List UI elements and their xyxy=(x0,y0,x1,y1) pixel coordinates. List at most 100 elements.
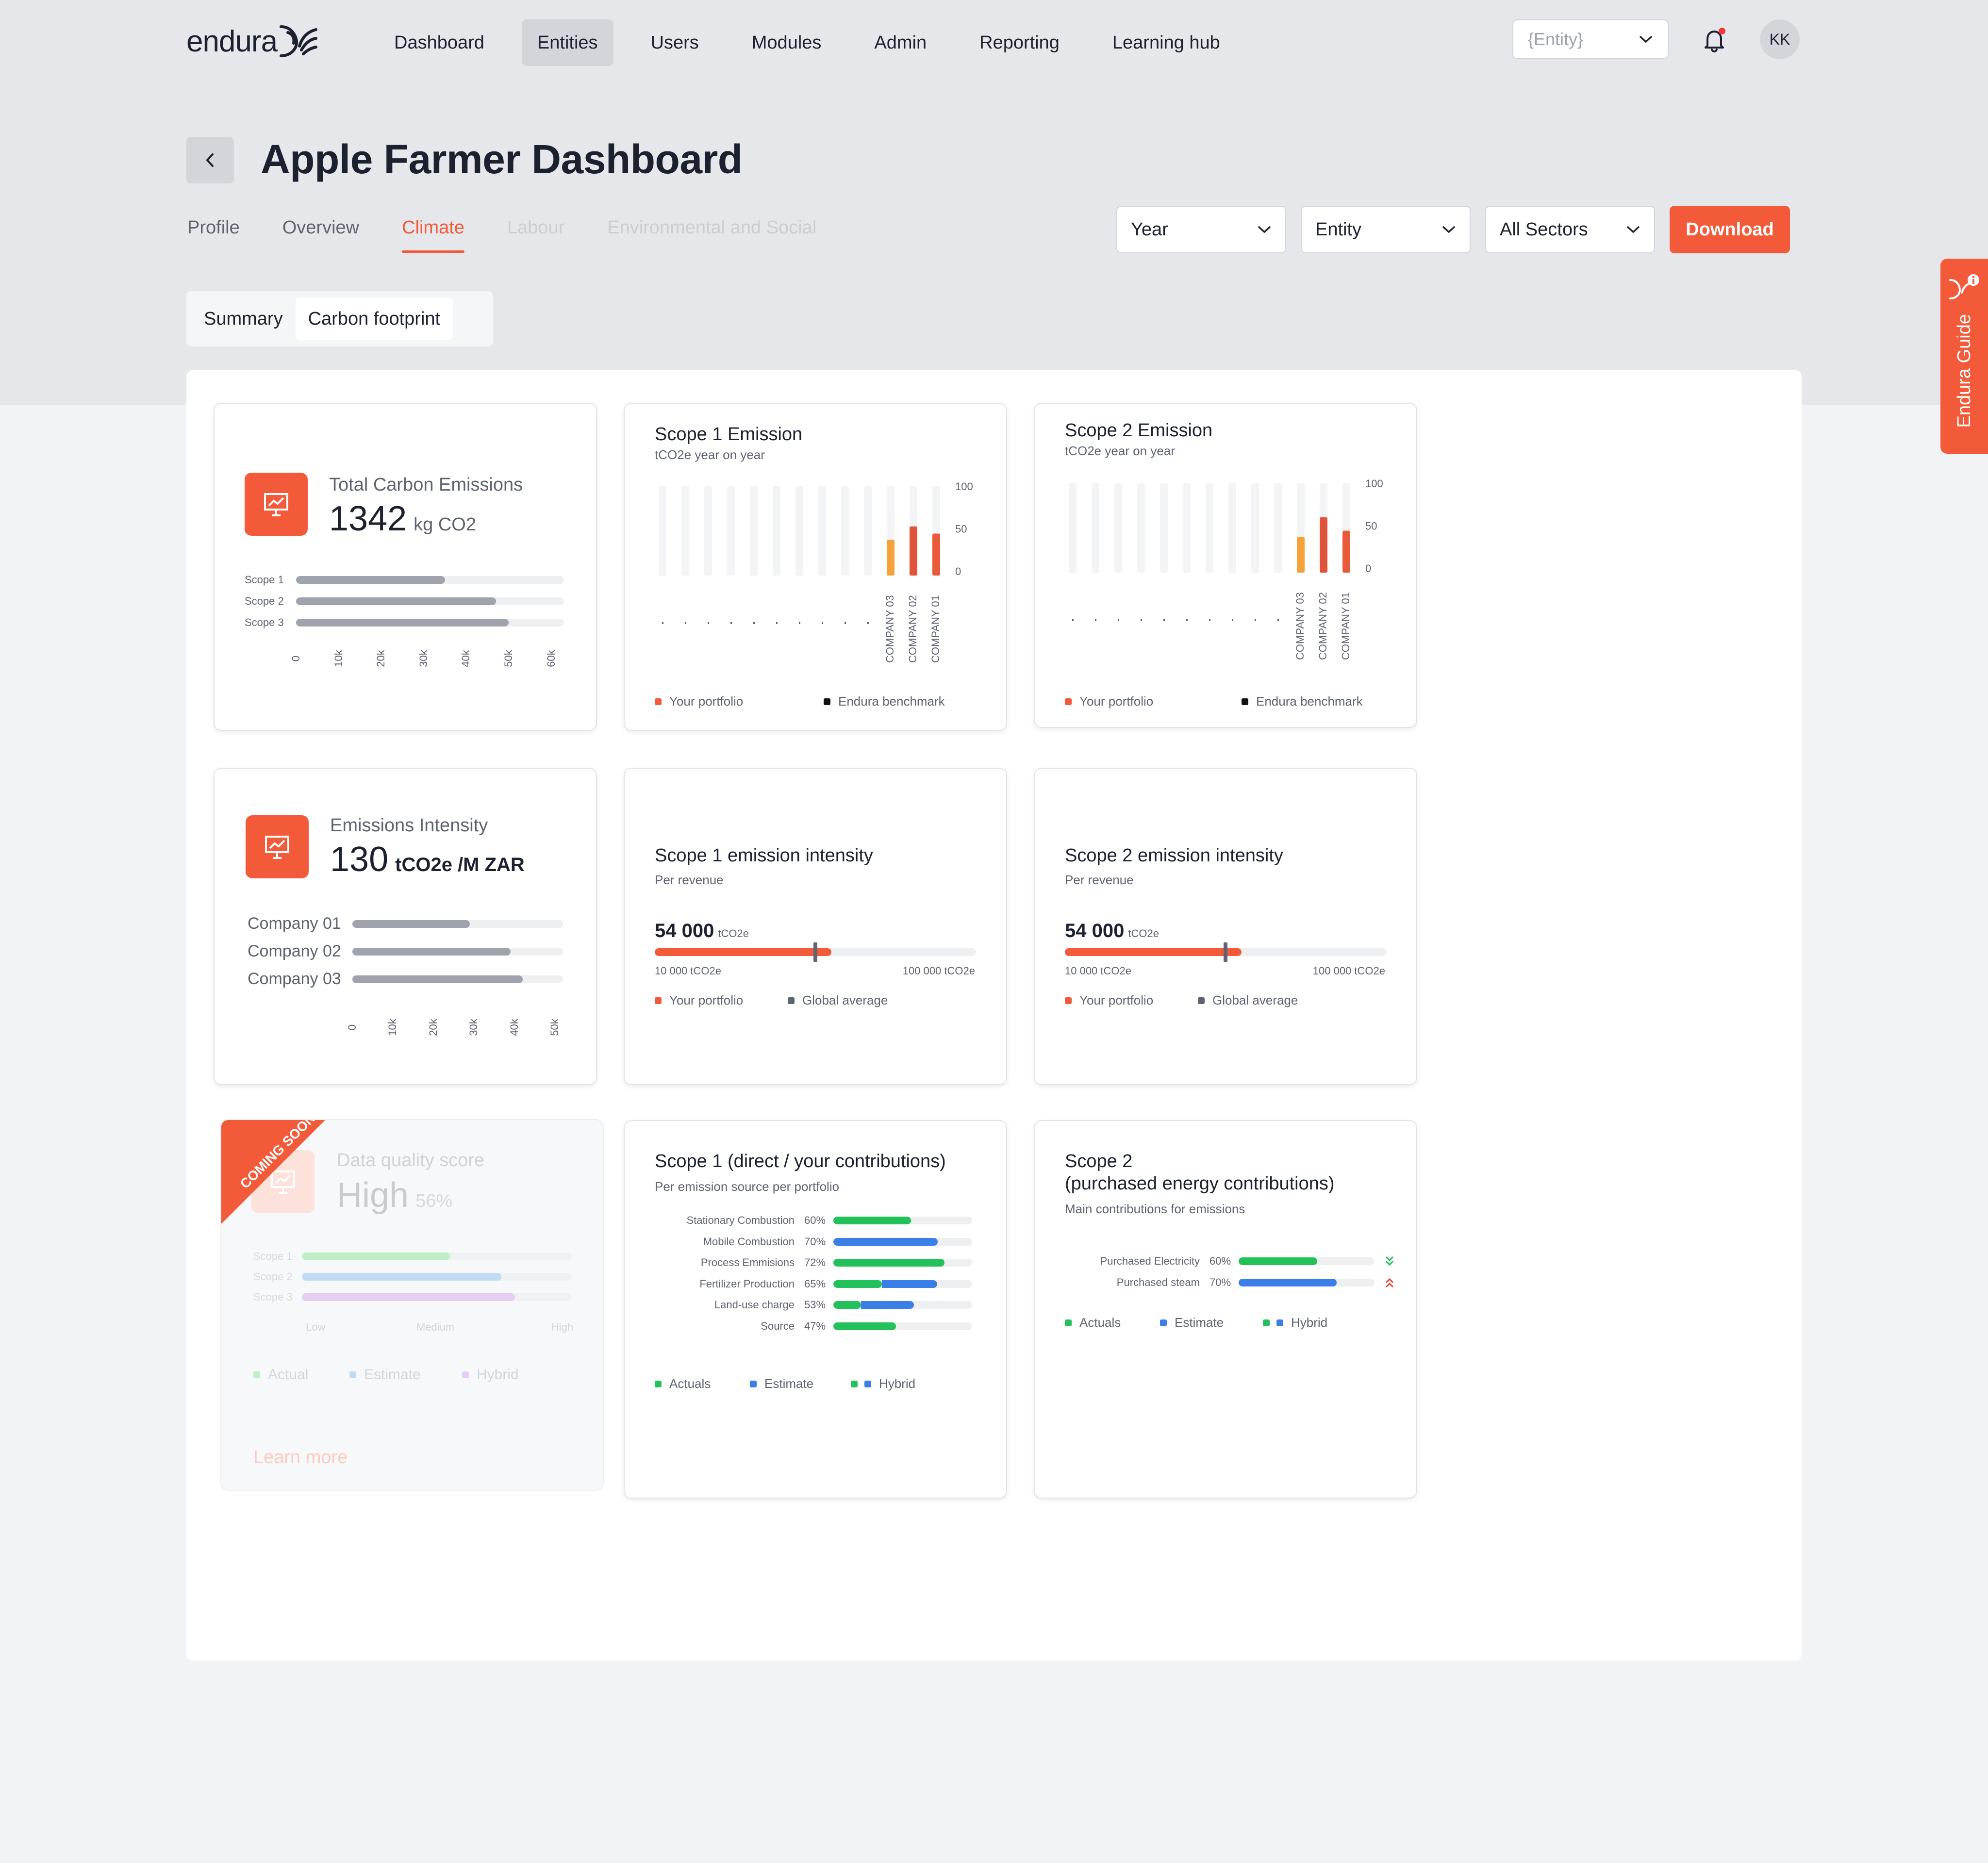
chevron-down-icon xyxy=(1627,226,1640,233)
subtab-carbon-footprint[interactable]: Carbon footprint xyxy=(295,298,453,340)
category-tick xyxy=(822,622,823,624)
trend-chevron xyxy=(1385,1278,1394,1288)
bar-label: Company 03 xyxy=(248,970,341,988)
tab-climate[interactable]: Climate xyxy=(402,217,464,253)
contribution-label: Process Emmisions xyxy=(700,1256,795,1269)
data-quality-pct: 56% xyxy=(415,1191,453,1211)
legend-hybrid: Hybrid xyxy=(462,1367,519,1383)
bar-fill xyxy=(352,947,511,956)
nav-item-dashboard[interactable]: Dashboard xyxy=(379,19,500,66)
axis-tick-label: 40k xyxy=(508,1019,520,1036)
learn-more-link[interactable]: Learn more xyxy=(253,1447,348,1468)
y-tick-label: 0 xyxy=(955,565,961,577)
contribution-label: Purchased Electricity xyxy=(1100,1255,1200,1267)
bar-background xyxy=(1069,483,1077,573)
legend-label: Actual xyxy=(268,1367,309,1383)
bar-company-02 xyxy=(1320,517,1327,573)
bar-track xyxy=(296,576,564,584)
category-tick xyxy=(776,622,778,624)
bar-row: Company 01 xyxy=(248,914,563,933)
contribution-row: Purchased Electricity 60% xyxy=(1054,1254,1397,1269)
legend-swatch xyxy=(655,698,662,705)
category-tick xyxy=(685,622,686,624)
category-label: COMPANY 02 xyxy=(907,595,919,663)
chevron-down-icon xyxy=(1258,226,1271,233)
bar-company-03 xyxy=(887,540,895,576)
nav-item-reporting[interactable]: Reporting xyxy=(964,19,1075,66)
contribution-pct: 72% xyxy=(804,1256,826,1269)
category-label: COMPANY 01 xyxy=(1340,592,1352,660)
back-button[interactable] xyxy=(186,137,234,183)
bar-background xyxy=(1274,483,1282,573)
y-tick-label: 100 xyxy=(955,480,973,493)
contribution-row: Fertilizer Production 65% xyxy=(644,1278,972,1290)
range-max-label: 100 000 tCO2e xyxy=(902,965,975,977)
contribution-row: Land-use charge 53% xyxy=(644,1299,972,1311)
category-tick xyxy=(1141,619,1142,621)
endura-guide-tab[interactable]: Endura Guide xyxy=(1940,259,1988,454)
scope2-intensity-value: 54 000 tCO2e xyxy=(1065,920,1159,942)
notification-button[interactable] xyxy=(1699,24,1730,55)
axis-tick-label: 30k xyxy=(467,1019,480,1036)
intensity-unit: tCO2e xyxy=(718,927,749,940)
chevron-left-icon xyxy=(206,153,214,167)
legend-label: Actuals xyxy=(669,1376,711,1391)
chevron-down-icon xyxy=(1640,36,1652,43)
data-quality-card: COMING SOON Data quality score High 56% S… xyxy=(220,1119,604,1491)
category-tick xyxy=(845,622,846,624)
scope2-emission-title: Scope 2 Emission xyxy=(1065,420,1213,441)
axis-tick-label: 20k xyxy=(375,650,387,667)
nav-item-learning-hub[interactable]: Learning hub xyxy=(1097,19,1236,66)
scope1-intensity-card: Scope 1 emission intensity Per revenue 5… xyxy=(624,768,1007,1085)
year-select[interactable]: Year xyxy=(1116,206,1286,253)
contribution-label: Mobile Combustion xyxy=(703,1235,795,1248)
nav-item-entities[interactable]: Entities xyxy=(521,19,613,66)
bar-fill xyxy=(352,975,523,983)
range-fill xyxy=(1065,948,1242,956)
actual-segment xyxy=(833,1259,944,1267)
nav-item-users[interactable]: Users xyxy=(635,19,714,66)
bar-background xyxy=(659,486,666,576)
entity-filter-select[interactable]: Entity xyxy=(1301,206,1471,253)
legend-actuals: Actuals xyxy=(655,1376,711,1391)
axis-tick-label: 10k xyxy=(332,650,345,667)
guide-info-icon xyxy=(1949,274,1979,299)
bar-label: Scope 1 xyxy=(253,1250,293,1262)
legend-swatch xyxy=(462,1371,469,1378)
legend-label: Actuals xyxy=(1079,1315,1121,1330)
bar-company-02 xyxy=(910,526,917,576)
tab-profile[interactable]: Profile xyxy=(187,217,240,253)
legend-swatch xyxy=(851,1380,858,1387)
download-button[interactable]: Download xyxy=(1670,206,1790,253)
bar-fill xyxy=(302,1253,450,1260)
sector-select-label: All Sectors xyxy=(1500,219,1588,240)
legend-label: Endura benchmark xyxy=(838,694,945,709)
legend-label: Global average xyxy=(1212,993,1298,1007)
page-tabs: Profile Overview Climate Labour Environm… xyxy=(187,217,859,253)
legend-swatch xyxy=(1065,698,1072,705)
scope1-intensity-range xyxy=(655,942,976,962)
bar-row: Scope 3 xyxy=(253,1291,572,1303)
scope1-emission-chart: COMPANY 03 COMPANY 02 COMPANY 01 100 50 0 xyxy=(659,480,973,663)
user-avatar[interactable]: KK xyxy=(1760,19,1800,59)
nav-item-admin[interactable]: Admin xyxy=(859,19,942,66)
entity-select-value: {Entity} xyxy=(1528,29,1584,49)
bar-fill xyxy=(352,920,470,928)
category-tick xyxy=(1209,619,1210,621)
contribution-row: Stationary Combustion 60% xyxy=(644,1214,972,1227)
tab-overview[interactable]: Overview xyxy=(282,217,359,253)
legend-swatch xyxy=(824,698,830,705)
bar-background xyxy=(1114,483,1122,573)
y-tick-label: 0 xyxy=(1365,562,1371,575)
category-tick xyxy=(1255,619,1256,621)
endura-logo[interactable]: endura xyxy=(186,19,318,63)
sector-select[interactable]: All Sectors xyxy=(1485,206,1655,253)
scope1-intensity-value: 54 000 tCO2e xyxy=(655,920,749,942)
tab-labour: Labour xyxy=(507,217,565,238)
contribution-track xyxy=(833,1217,972,1224)
nav-item-modules[interactable]: Modules xyxy=(736,19,837,66)
contribution-row: Mobile Combustion 70% xyxy=(644,1236,972,1248)
subtab-summary[interactable]: Summary xyxy=(191,298,296,340)
presentation-chart-icon xyxy=(246,815,309,878)
entity-select[interactable]: {Entity} xyxy=(1512,19,1669,59)
